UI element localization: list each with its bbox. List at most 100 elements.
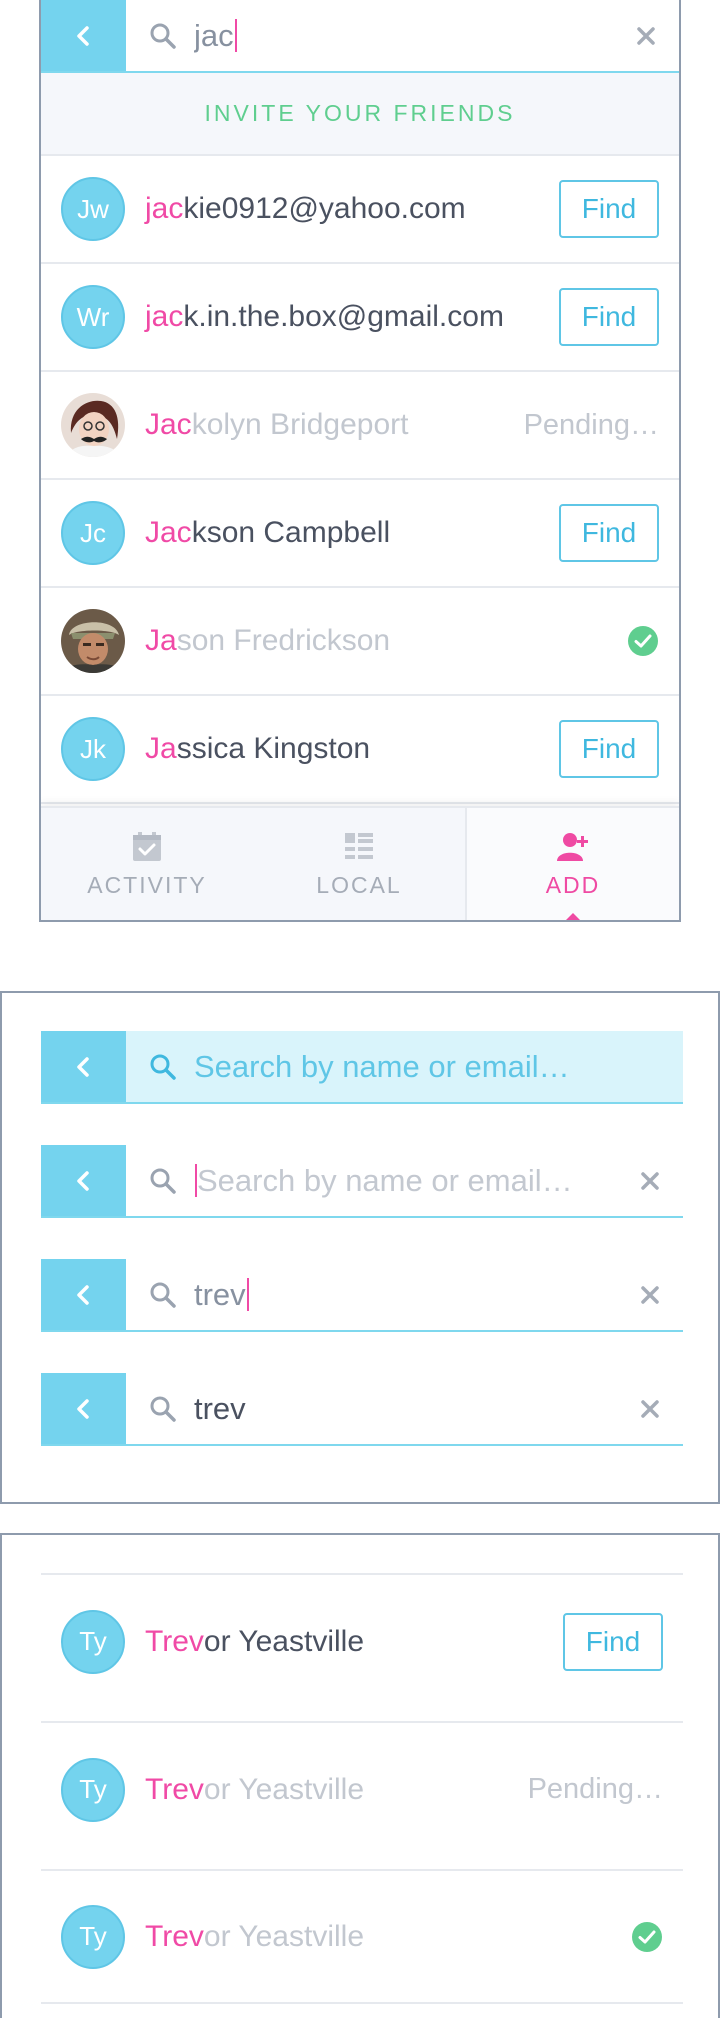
match-highlight: Trev (145, 1624, 204, 1658)
find-button[interactable]: Find (563, 1612, 663, 1671)
result-row[interactable]: Jason Fredrickson (41, 588, 679, 696)
match-highlight: Trev (145, 1919, 204, 1953)
tab-label: ACTIVITY (87, 871, 207, 898)
tab-label: LOCAL (316, 871, 402, 898)
avatar (61, 609, 125, 673)
check-circle-icon (632, 1921, 662, 1952)
search-icon (150, 1054, 176, 1080)
match-highlight: Jac (145, 408, 192, 441)
name-rest: kolyn Bridgeport (191, 408, 409, 441)
search-bar: Search by name or email… (41, 1145, 683, 1218)
search-icon (150, 1396, 176, 1422)
find-button[interactable]: Find (559, 288, 659, 346)
result-row[interactable]: Jk Jassica Kingston Find (41, 696, 679, 804)
name-rest: or Yeastville (203, 1772, 364, 1806)
list-grid-icon (345, 832, 373, 859)
friend-search-screen: jac INVITE YOUR FRIENDS Jw jackie0912@ya… (39, 0, 681, 922)
active-tab-indicator (566, 913, 580, 920)
search-input[interactable]: jac (194, 18, 635, 54)
search-icon (150, 23, 176, 49)
search-query: jac (194, 17, 234, 53)
back-button[interactable] (41, 0, 126, 71)
name-rest: or Yeastville (203, 1919, 364, 1953)
match-highlight: Ja (145, 732, 177, 765)
avatar: Ty (61, 1609, 125, 1674)
search-bar: jac (41, 0, 679, 73)
tab-add[interactable]: ADD (465, 808, 679, 920)
result-name: Jason Fredrickson (145, 624, 627, 658)
avatar (61, 393, 125, 457)
result-row[interactable]: Wr jack.in.the.box@gmail.com Find (41, 264, 679, 372)
search-icon (150, 1282, 176, 1308)
result-name: Trevor Yeastville (145, 1920, 631, 1954)
back-button[interactable] (41, 1373, 126, 1444)
search-input[interactable]: trev (194, 1277, 639, 1313)
search-placeholder: Search by name or email… (197, 1162, 573, 1198)
pending-status: Pending… (527, 1773, 663, 1805)
name-rest: kson Campbell (191, 516, 391, 549)
back-button[interactable] (41, 1031, 126, 1102)
avatar: Ty (61, 1757, 125, 1822)
bottom-tab-bar: ACTIVITY LOCAL ADD (41, 806, 679, 920)
result-row[interactable]: Ty Trevor Yeastville Find (41, 1573, 683, 1708)
avatar: Wr (61, 285, 125, 349)
search-icon (150, 1168, 176, 1194)
match-highlight: jac (145, 192, 184, 225)
tab-label: ADD (545, 871, 601, 898)
search-states-panel: Search by name or email… Search by name … (0, 991, 720, 1504)
chevron-left-icon (76, 1284, 89, 1305)
chevron-left-icon (76, 25, 89, 46)
name-rest: son Fredrickson (176, 624, 391, 657)
search-query: trev (194, 1276, 246, 1312)
name-rest: k.in.the.box@gmail.com (183, 300, 504, 333)
result-name: jack.in.the.box@gmail.com (145, 300, 559, 334)
clear-icon[interactable] (639, 1170, 661, 1192)
match-highlight: jac (145, 300, 184, 333)
result-name: Jackson Campbell (145, 516, 559, 550)
pending-status: Pending… (523, 408, 659, 441)
profile-photo-icon (61, 609, 125, 673)
result-row[interactable]: Jc Jackson Campbell Find (41, 480, 679, 588)
result-name: Jassica Kingston (145, 732, 559, 766)
search-input[interactable]: Search by name or email… (194, 1163, 639, 1199)
result-row[interactable]: Jackolyn Bridgeport Pending… (41, 372, 679, 480)
result-name: Trevor Yeastville (145, 1625, 563, 1659)
result-name: Jackolyn Bridgeport (145, 408, 524, 442)
back-button[interactable] (41, 1145, 126, 1216)
text-caret (246, 1277, 249, 1311)
text-caret (234, 18, 237, 52)
find-button[interactable]: Find (559, 720, 659, 778)
avatar: Jc (61, 501, 125, 565)
result-row[interactable]: Jw jackie0912@yahoo.com Find (41, 156, 679, 264)
search-bar: trev (41, 1373, 683, 1446)
find-button[interactable]: Find (559, 180, 659, 238)
result-name: jackie0912@yahoo.com (145, 192, 559, 226)
profile-photo-icon (61, 393, 125, 457)
avatar: Jk (61, 717, 125, 781)
calendar-check-icon (133, 831, 161, 861)
clear-icon[interactable] (635, 25, 657, 47)
tab-local[interactable]: LOCAL (253, 808, 465, 920)
back-button[interactable] (41, 1259, 126, 1330)
name-rest: ssica Kingston (176, 732, 371, 765)
result-row[interactable]: Ty Trevor Yeastville Pending… (41, 1721, 683, 1856)
match-highlight: Jac (145, 516, 192, 549)
search-input[interactable]: Search by name or email… (194, 1049, 683, 1085)
name-rest: kie0912@yahoo.com (183, 192, 466, 225)
match-highlight: Ja (145, 624, 177, 657)
clear-icon[interactable] (639, 1398, 661, 1420)
search-input[interactable]: trev (194, 1391, 639, 1427)
find-button[interactable]: Find (559, 504, 659, 562)
clear-icon[interactable] (639, 1284, 661, 1306)
avatar: Jw (61, 177, 125, 241)
result-row[interactable]: Ty Trevor Yeastville (41, 1869, 683, 2004)
result-states-panel: Ty Trevor Yeastville Find Ty Trevor Yeas… (0, 1533, 720, 2018)
chevron-left-icon (76, 1398, 89, 1419)
chevron-left-icon (76, 1170, 89, 1191)
check-circle-icon (628, 626, 658, 656)
invite-friends-link[interactable]: INVITE YOUR FRIENDS (41, 73, 679, 156)
search-bar: Search by name or email… (41, 1031, 683, 1104)
tab-activity[interactable]: ACTIVITY (41, 808, 253, 920)
add-user-icon (557, 832, 588, 861)
match-highlight: Trev (145, 1772, 204, 1806)
